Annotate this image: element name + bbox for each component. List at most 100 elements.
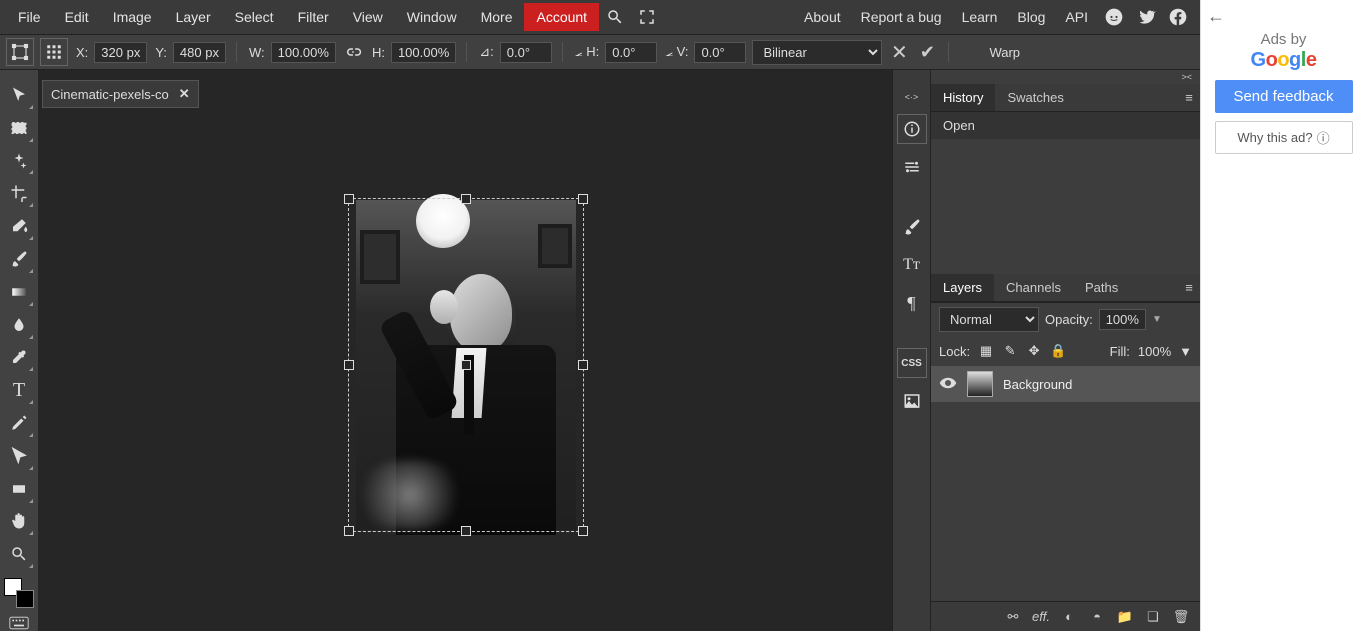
menu-more[interactable]: More bbox=[469, 3, 525, 31]
tab-layers[interactable]: Layers bbox=[931, 274, 994, 301]
handle-bottom-left[interactable] bbox=[344, 526, 354, 536]
layers-menu-icon[interactable]: ≡ bbox=[1178, 280, 1200, 295]
reference-point-icon[interactable] bbox=[40, 38, 68, 66]
opacity-value[interactable]: 100% bbox=[1099, 309, 1146, 330]
layer-effects-icon[interactable]: eff. bbox=[1032, 608, 1050, 626]
gradient-tool[interactable] bbox=[4, 277, 34, 307]
handle-bottom-mid[interactable] bbox=[461, 526, 471, 536]
blur-tool[interactable] bbox=[4, 310, 34, 340]
h-value[interactable]: 100.00% bbox=[391, 42, 456, 63]
fill-tool[interactable] bbox=[4, 211, 34, 241]
opacity-dropdown-icon[interactable]: ▼ bbox=[1152, 314, 1162, 325]
adjustment-layer-icon[interactable]: ◓ bbox=[1088, 608, 1106, 626]
path-select-tool[interactable] bbox=[4, 441, 34, 471]
menu-account[interactable]: Account bbox=[524, 3, 599, 31]
menu-filter[interactable]: Filter bbox=[286, 3, 341, 31]
menu-image[interactable]: Image bbox=[101, 3, 164, 31]
send-feedback-button[interactable]: Send feedback bbox=[1215, 80, 1353, 113]
delete-layer-icon[interactable]: 🗑 bbox=[1172, 608, 1190, 626]
skew-h-value[interactable]: 0.0° bbox=[605, 42, 657, 63]
paragraph-panel-icon[interactable]: ¶ bbox=[897, 288, 927, 318]
info-panel-icon[interactable] bbox=[897, 114, 927, 144]
tab-swatches[interactable]: Swatches bbox=[995, 84, 1075, 111]
link-layers-icon[interactable]: ⚯ bbox=[1004, 608, 1022, 626]
handle-center[interactable] bbox=[461, 360, 471, 370]
tab-paths[interactable]: Paths bbox=[1073, 274, 1130, 301]
color-swatch[interactable] bbox=[4, 578, 34, 608]
marquee-tool[interactable] bbox=[4, 113, 34, 143]
handle-mid-left[interactable] bbox=[344, 360, 354, 370]
confirm-transform-icon[interactable]: ✔ bbox=[916, 41, 938, 63]
menu-layer[interactable]: Layer bbox=[164, 3, 223, 31]
history-menu-icon[interactable]: ≡ bbox=[1178, 90, 1200, 105]
link-api[interactable]: API bbox=[1055, 3, 1098, 31]
brush-tool[interactable] bbox=[4, 244, 34, 274]
panel-collapse-icon[interactable]: >< bbox=[931, 70, 1200, 84]
transform-preset-icon[interactable] bbox=[6, 38, 34, 66]
angle-value[interactable]: 0.0° bbox=[500, 42, 552, 63]
twitter-icon[interactable] bbox=[1134, 5, 1158, 29]
layer-thumbnail[interactable] bbox=[967, 371, 993, 397]
handle-bottom-right[interactable] bbox=[578, 526, 588, 536]
menu-file[interactable]: File bbox=[6, 3, 53, 31]
brush-panel-icon[interactable] bbox=[897, 212, 927, 242]
text-tool[interactable]: T bbox=[4, 375, 34, 405]
link-aspect-icon[interactable] bbox=[342, 41, 364, 63]
handle-top-mid[interactable] bbox=[461, 194, 471, 204]
menu-select[interactable]: Select bbox=[223, 3, 286, 31]
cancel-transform-icon[interactable]: ✕ bbox=[888, 41, 910, 63]
crop-tool[interactable] bbox=[4, 178, 34, 208]
layer-name[interactable]: Background bbox=[1003, 377, 1072, 392]
tab-channels[interactable]: Channels bbox=[994, 274, 1073, 301]
image-panel-icon[interactable] bbox=[897, 386, 927, 416]
adjustments-panel-icon[interactable] bbox=[897, 152, 927, 182]
folder-icon[interactable]: 📁 bbox=[1116, 608, 1134, 626]
fill-dropdown-icon[interactable]: ▼ bbox=[1179, 344, 1192, 359]
eyedropper-tool[interactable] bbox=[4, 343, 34, 373]
close-tab-icon[interactable]: ✕ bbox=[179, 86, 190, 102]
facebook-icon[interactable] bbox=[1166, 5, 1190, 29]
menu-view[interactable]: View bbox=[341, 3, 395, 31]
search-icon[interactable] bbox=[603, 5, 627, 29]
handle-top-right[interactable] bbox=[578, 194, 588, 204]
link-learn[interactable]: Learn bbox=[952, 3, 1008, 31]
x-value[interactable]: 320 px bbox=[94, 42, 147, 63]
ad-back-icon[interactable]: ← bbox=[1207, 6, 1225, 27]
keyboard-icon[interactable] bbox=[7, 615, 31, 631]
character-panel-icon[interactable]: Tᴛ bbox=[897, 250, 927, 280]
w-value[interactable]: 100.00% bbox=[271, 42, 336, 63]
link-report-bug[interactable]: Report a bug bbox=[851, 3, 952, 31]
transform-bounding-box[interactable] bbox=[348, 198, 584, 532]
lock-move-icon[interactable]: ✥ bbox=[1026, 343, 1042, 359]
zoom-tool[interactable] bbox=[4, 539, 34, 569]
move-tool[interactable] bbox=[4, 80, 34, 110]
warp-button[interactable]: Warp bbox=[989, 45, 1020, 60]
blend-mode-select[interactable]: Normal bbox=[939, 307, 1039, 332]
link-blog[interactable]: Blog bbox=[1007, 3, 1055, 31]
workspace[interactable]: Cinematic-pexels-co ✕ bbox=[38, 70, 892, 631]
collapse-icon[interactable]: <·> bbox=[905, 92, 919, 102]
handle-mid-right[interactable] bbox=[578, 360, 588, 370]
layer-row-background[interactable]: Background bbox=[931, 366, 1200, 402]
new-layer-icon[interactable]: ❏ bbox=[1144, 608, 1162, 626]
pen-tool[interactable] bbox=[4, 408, 34, 438]
menu-edit[interactable]: Edit bbox=[53, 3, 101, 31]
reddit-icon[interactable] bbox=[1102, 5, 1126, 29]
lock-all-icon[interactable]: 🔒 bbox=[1050, 343, 1066, 359]
lock-transparency-icon[interactable]: ▦ bbox=[978, 343, 994, 359]
shape-tool[interactable] bbox=[4, 474, 34, 504]
link-about[interactable]: About bbox=[794, 3, 851, 31]
handle-top-left[interactable] bbox=[344, 194, 354, 204]
visibility-icon[interactable] bbox=[939, 374, 957, 395]
fullscreen-icon[interactable] bbox=[635, 5, 659, 29]
skew-v-value[interactable]: 0.0° bbox=[694, 42, 746, 63]
tab-history[interactable]: History bbox=[931, 84, 995, 111]
y-value[interactable]: 480 px bbox=[173, 42, 226, 63]
css-panel-icon[interactable]: CSS bbox=[897, 348, 927, 378]
hand-tool[interactable] bbox=[4, 507, 34, 537]
fill-value[interactable]: 100% bbox=[1138, 344, 1171, 359]
menu-window[interactable]: Window bbox=[395, 3, 469, 31]
lock-paint-icon[interactable]: ✎ bbox=[1002, 343, 1018, 359]
history-entry-open[interactable]: Open bbox=[931, 112, 1200, 139]
wand-tool[interactable] bbox=[4, 146, 34, 176]
